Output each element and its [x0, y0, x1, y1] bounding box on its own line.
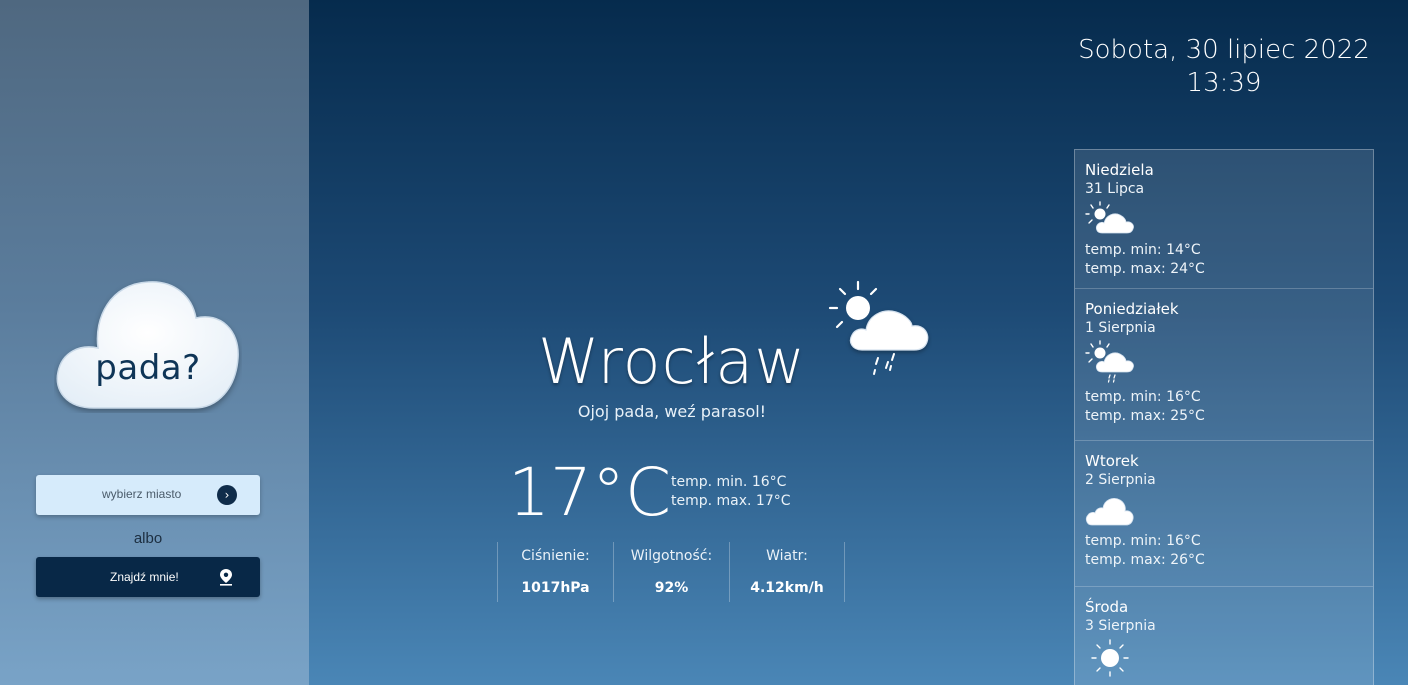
logo-text: pada?: [95, 348, 201, 388]
or-separator-text: albo: [133, 530, 163, 547]
stat-label: Wiatr:: [766, 548, 808, 564]
forecast-day-date: 31 Lipca: [1085, 181, 1145, 197]
cloud-icon: [1085, 498, 1134, 526]
sidebar: pada? wybierz miasto › albo Znajdź mnie!: [0, 0, 309, 685]
date-time: Sobota, 30 lipiec 2022 13:39: [1040, 34, 1408, 100]
current-time: 13:39: [1186, 68, 1262, 98]
current-temp-min: temp. min. 16°C: [671, 474, 787, 490]
stat-wind: Wiatr: 4.12km/h: [729, 542, 845, 602]
current-min-max: temp. min. 16°C temp. max. 17°C: [671, 473, 791, 511]
sun-cloud-rain-icon: [828, 280, 929, 375]
city-select-button[interactable]: wybierz miasto ›: [36, 475, 260, 515]
forecast-day-name: Poniedziałek: [1085, 300, 1179, 318]
stat-value: 92%: [654, 580, 689, 596]
city-select-label: wybierz miasto: [102, 487, 182, 501]
forecast-temp-min: temp. min: 16°C: [1085, 389, 1201, 405]
forecast-day-name: Wtorek: [1085, 452, 1139, 470]
forecast-day: Niedziela 31 Lipca temp. min: 14°C temp.…: [1075, 150, 1373, 289]
stat-pressure: Ciśnienie: 1017hPa: [497, 542, 613, 602]
forecast-day-date: 1 Sierpnia: [1085, 320, 1156, 336]
current-temp-max: temp. max. 17°C: [671, 493, 791, 509]
forecast-temp-min: temp. min: 16°C: [1085, 533, 1201, 549]
sun-icon: [1091, 639, 1129, 677]
forecast-day-name: Niedziela: [1085, 161, 1154, 179]
forecast-day: Wtorek 2 Sierpnia temp. min: 16°C temp. …: [1075, 441, 1373, 587]
city-name: Wrocław: [538, 325, 806, 398]
current-temperature: 17°C: [508, 454, 672, 531]
app-logo: pada?: [54, 278, 242, 413]
forecast-temp-max: temp. max: 25°C: [1085, 408, 1205, 424]
stat-label: Wilgotność:: [630, 548, 713, 564]
sun-cloud-icon: [1085, 201, 1134, 234]
find-me-button[interactable]: Znajdź mnie!: [36, 557, 260, 597]
forecast-day-date: 3 Sierpnia: [1085, 618, 1156, 634]
forecast-temp-max: temp. max: 26°C: [1085, 552, 1205, 568]
sun-cloud-rain-icon: [1085, 340, 1134, 383]
stat-label: Ciśnienie:: [521, 548, 590, 564]
stat-value: 1017hPa: [521, 580, 590, 596]
stat-humidity: Wilgotność: 92%: [613, 542, 729, 602]
forecast-day-name: Środa: [1085, 598, 1129, 616]
location-pin-icon: [220, 569, 232, 586]
forecast-day-date: 2 Sierpnia: [1085, 472, 1156, 488]
chevron-right-icon: ›: [217, 485, 237, 505]
forecast-temp-min: temp. min: 14°C: [1085, 242, 1201, 258]
current-date: Sobota, 30 lipiec 2022: [1078, 35, 1370, 65]
find-me-label: Znajdź mnie!: [110, 570, 179, 584]
forecast-day: Środa 3 Sierpnia: [1075, 587, 1373, 678]
weather-stats: Ciśnienie: 1017hPa Wilgotność: 92% Wiatr…: [497, 542, 845, 602]
forecast-day: Poniedziałek 1 Sierpnia temp. min: 16°C …: [1075, 289, 1373, 441]
stat-value: 4.12km/h: [750, 580, 824, 596]
cloud-logo-icon: [56, 281, 239, 409]
weather-message: Ojoj pada, weź parasol!: [577, 402, 767, 421]
forecast-temp-max: temp. max: 24°C: [1085, 261, 1205, 277]
forecast-panel: Niedziela 31 Lipca temp. min: 14°C temp.…: [1074, 149, 1374, 685]
